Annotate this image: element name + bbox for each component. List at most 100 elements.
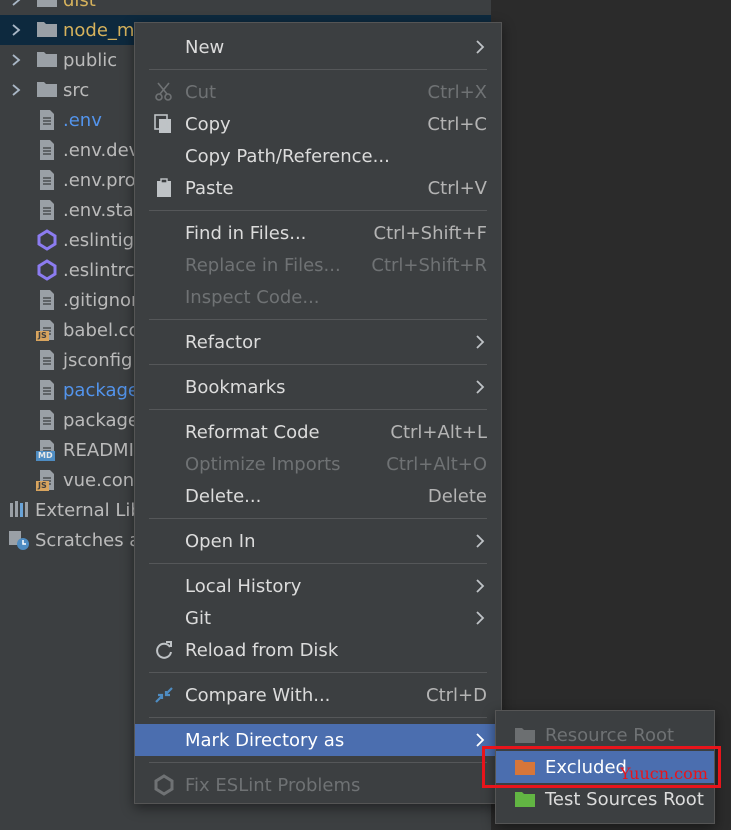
file-icon: JS	[36, 469, 58, 491]
submenu-arrow-icon	[475, 578, 485, 594]
tree-row-label: .env	[63, 109, 102, 131]
menu-item-copy[interactable]: Copy Ctrl+C	[135, 108, 501, 140]
menu-item-label: New	[185, 36, 225, 58]
tree-row-label: package	[63, 409, 139, 431]
tree-row[interactable]: dist	[0, 0, 491, 15]
menu-item-replace-in-files[interactable]: Replace in Files... Ctrl+Shift+R	[135, 249, 501, 281]
menu-item-copy-path-reference[interactable]: Copy Path/Reference...	[135, 140, 501, 172]
menu-item-mark-directory-as[interactable]: Mark Directory as	[135, 724, 501, 756]
folder-icon	[36, 0, 58, 11]
expand-arrow-icon[interactable]	[9, 0, 23, 7]
tree-row-label: jsconfig.	[63, 349, 139, 371]
menu-item-optimize-imports[interactable]: Optimize Imports Ctrl+Alt+O	[135, 448, 501, 480]
menu-item-shortcut: Ctrl+V	[427, 177, 487, 199]
menu-separator	[149, 563, 487, 564]
watermark: Yuucn.com	[620, 764, 708, 783]
copy-icon	[153, 113, 175, 135]
menu-item-label: Copy	[185, 113, 231, 135]
clipboard-icon	[153, 177, 175, 199]
menu-item-shortcut: Ctrl+X	[427, 81, 487, 103]
menu-separator	[149, 364, 487, 365]
compare-icon	[153, 684, 175, 706]
folder-icon	[36, 49, 58, 71]
menu-item-inspect-code[interactable]: Inspect Code...	[135, 281, 501, 313]
menu-item-shortcut: Ctrl+C	[427, 113, 487, 135]
gitignore-file-icon	[36, 289, 58, 311]
menu-item-label: Cut	[185, 81, 217, 103]
submenu-arrow-icon	[475, 39, 485, 55]
menu-item-new[interactable]: New	[135, 31, 501, 63]
menu-item-open-in[interactable]: Open In	[135, 525, 501, 557]
tree-row-label: public	[63, 49, 118, 71]
file-icon	[36, 139, 58, 161]
file-icon	[36, 199, 58, 221]
menu-item-label: Compare With...	[185, 684, 331, 706]
menu-separator	[149, 762, 487, 763]
folder-icon	[36, 79, 58, 101]
tree-row-label: .gitignor	[63, 289, 139, 311]
js-badge: JS	[36, 331, 49, 341]
context-menu: New Cut Ctrl+X Copy Ctrl+C Copy Path/Referenc…	[134, 22, 502, 804]
menu-item-label: Git	[185, 607, 212, 629]
menu-item-reload-from-disk[interactable]: Reload from Disk	[135, 634, 501, 666]
eslint-icon	[153, 774, 175, 796]
menu-item-reformat-code[interactable]: Reformat Code Ctrl+Alt+L	[135, 416, 501, 448]
menu-separator	[149, 672, 487, 673]
resource-root-icon	[514, 725, 536, 745]
submenu-item-label: Test Sources Root	[545, 788, 704, 810]
menu-item-find-in-files[interactable]: Find in Files... Ctrl+Shift+F	[135, 217, 501, 249]
scissors-icon	[153, 81, 175, 103]
menu-item-compare-with[interactable]: Compare With... Ctrl+D	[135, 679, 501, 711]
expand-arrow-icon[interactable]	[9, 83, 23, 97]
submenu-arrow-icon	[475, 379, 485, 395]
menu-item-shortcut: Ctrl+Shift+R	[371, 254, 487, 276]
menu-item-delete[interactable]: Delete... Delete	[135, 480, 501, 512]
menu-item-git[interactable]: Git	[135, 602, 501, 634]
menu-item-cut[interactable]: Cut Ctrl+X	[135, 76, 501, 108]
menu-item-label: Inspect Code...	[185, 286, 320, 308]
menu-separator	[149, 210, 487, 211]
menu-separator	[149, 518, 487, 519]
menu-separator	[149, 319, 487, 320]
menu-item-refactor[interactable]: Refactor	[135, 326, 501, 358]
folder-icon	[36, 19, 58, 41]
menu-item-bookmarks[interactable]: Bookmarks	[135, 371, 501, 403]
eslint-icon	[36, 259, 58, 281]
md-badge: MD	[36, 451, 55, 461]
menu-item-shortcut: Ctrl+Alt+O	[386, 453, 487, 475]
tree-row-label: vue.conf	[63, 469, 141, 491]
menu-item-label: Replace in Files...	[185, 254, 341, 276]
submenu-arrow-icon	[475, 610, 485, 626]
menu-separator	[149, 409, 487, 410]
menu-item-shortcut: Ctrl+Shift+F	[373, 222, 487, 244]
tree-row-label: babel.co	[63, 319, 140, 341]
test-sources-folder-icon	[514, 789, 536, 809]
js-badge: JS	[36, 481, 49, 491]
editor-area[interactable]	[491, 0, 731, 830]
menu-item-local-history[interactable]: Local History	[135, 570, 501, 602]
submenu-arrow-icon	[475, 334, 485, 350]
menu-item-label: Reload from Disk	[185, 639, 339, 661]
menu-item-shortcut: Ctrl+D	[426, 684, 487, 706]
file-icon: JS	[36, 319, 58, 341]
menu-item-label: Copy Path/Reference...	[185, 145, 390, 167]
expand-arrow-icon[interactable]	[9, 23, 23, 37]
menu-item-label: Paste	[185, 177, 234, 199]
menu-item-label: Find in Files...	[185, 222, 307, 244]
submenu-arrow-icon	[475, 533, 485, 549]
submenu-item-label: Resource Root	[545, 724, 675, 746]
tree-row-label: dist	[63, 0, 96, 11]
expand-arrow-icon[interactable]	[9, 53, 23, 67]
menu-item-shortcut: Ctrl+Alt+L	[390, 421, 487, 443]
menu-item-label: Optimize Imports	[185, 453, 341, 475]
tree-row-label: package	[63, 379, 139, 401]
menu-item-paste[interactable]: Paste Ctrl+V	[135, 172, 501, 204]
reload-icon	[153, 639, 175, 661]
tree-row-label: .eslintrc.	[63, 259, 141, 281]
tree-row-label: .env.stag	[63, 199, 146, 221]
tree-row-label: Scratches ar	[35, 529, 148, 551]
menu-item-fix-eslint-problems[interactable]: Fix ESLint Problems	[135, 769, 501, 801]
tree-row-label: src	[63, 79, 90, 101]
libraries-icon	[8, 499, 30, 521]
menu-item-label: Refactor	[185, 331, 261, 353]
